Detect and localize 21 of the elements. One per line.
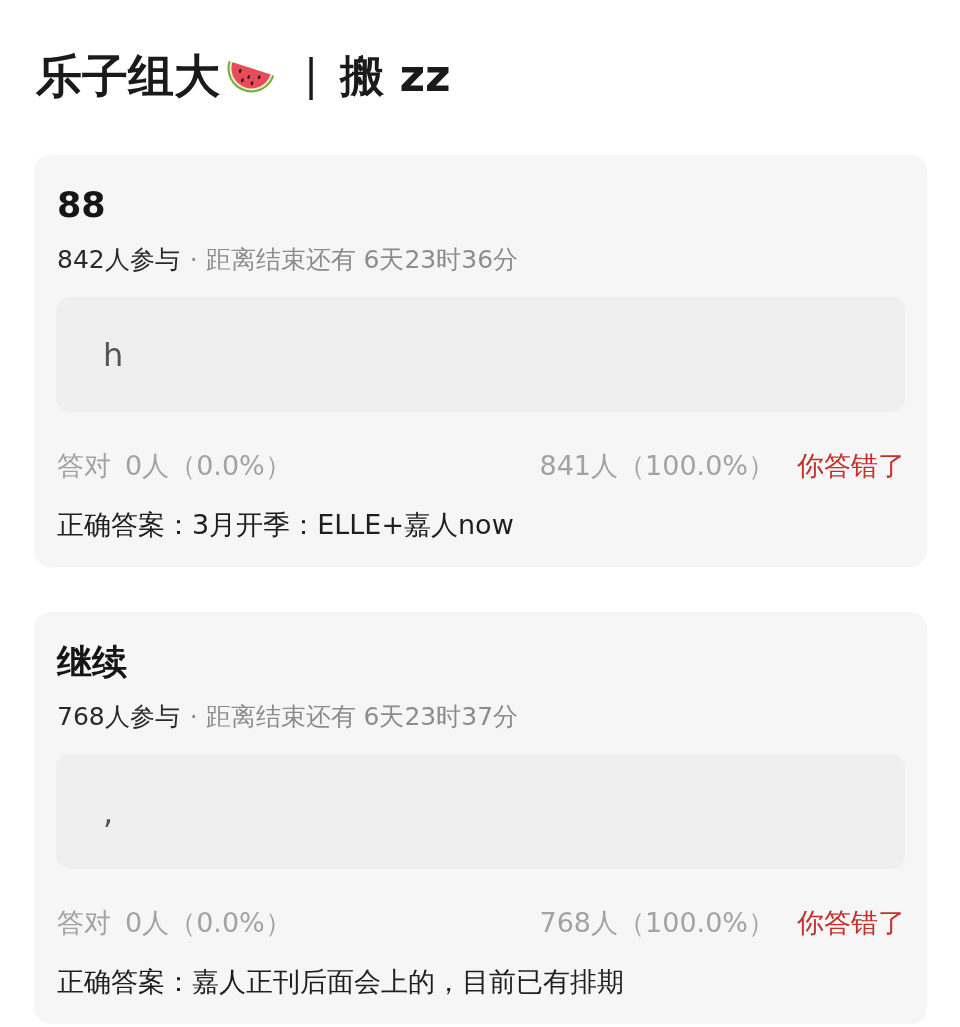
title-separator: | (304, 49, 319, 102)
participant-count: 842人参与 (57, 244, 180, 276)
page-subtitle: 搬 zz (340, 48, 451, 103)
deadline-text: · 距离结束还有 6天23时37分 (189, 701, 519, 733)
participant-count: 768人参与 (57, 701, 180, 733)
poll-title: 继续 (57, 641, 128, 684)
correct-answer-text: 正确答案：3月开季：ELLE+嘉人now (57, 508, 515, 542)
deadline-text: · 距离结束还有 6天23时36分 (189, 244, 519, 276)
correct-answer-text: 正确答案：嘉人正刊后面会上的，目前已有排期 (57, 965, 625, 999)
correct-count: 0人（0.0%） (125, 906, 292, 940)
answer-box: h (56, 297, 905, 412)
result-text: 你答错了 (797, 906, 905, 940)
answer-box: , (56, 754, 905, 869)
correct-label: 答对 (57, 449, 111, 483)
result-text: 你答错了 (797, 449, 905, 483)
wrong-count: 768人（100.0%） (539, 906, 775, 940)
correct-label: 答对 (57, 906, 111, 940)
poll-title: 88 (57, 184, 107, 227)
correct-count: 0人（0.0%） (125, 449, 292, 483)
wrong-count: 841人（100.0%） (539, 449, 775, 483)
page-title: 乐子组大 (36, 47, 220, 105)
